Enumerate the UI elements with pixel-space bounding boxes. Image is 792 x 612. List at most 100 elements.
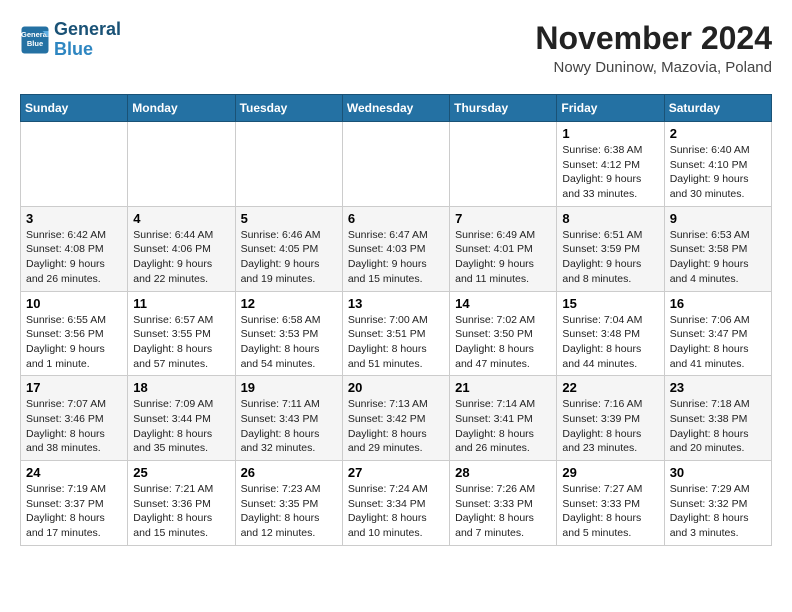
svg-text:Blue: Blue — [27, 39, 43, 48]
day-info: Sunrise: 7:13 AM Sunset: 3:42 PM Dayligh… — [348, 397, 444, 456]
day-info: Sunrise: 7:26 AM Sunset: 3:33 PM Dayligh… — [455, 482, 551, 541]
week-row-3: 10 Sunrise: 6:55 AM Sunset: 3:56 PM Dayli… — [21, 291, 772, 376]
calendar-cell: 22 Sunrise: 7:16 AM Sunset: 3:39 PM Dayli… — [557, 376, 664, 461]
calendar-cell: 12Sunrise: 6:58 AM Sunset: 3:53 PM Dayli… — [235, 291, 342, 376]
calendar-cell: 3 Sunrise: 6:42 AM Sunset: 4:08 PM Daylig… — [21, 206, 128, 291]
calendar-cell: 4 Sunrise: 6:44 AM Sunset: 4:06 PM Daylig… — [128, 206, 235, 291]
day-number: 7 — [455, 211, 551, 226]
day-number: 5 — [241, 211, 337, 226]
day-info: Sunrise: 6:49 AM Sunset: 4:01 PM Dayligh… — [455, 228, 551, 287]
calendar-cell: 13Sunrise: 7:00 AM Sunset: 3:51 PM Dayli… — [342, 291, 449, 376]
day-info: Sunrise: 7:11 AM Sunset: 3:43 PM Dayligh… — [241, 397, 337, 456]
calendar-cell: 2 Sunrise: 6:40 AM Sunset: 4:10 PM Daylig… — [664, 122, 771, 207]
calendar-cell — [21, 122, 128, 207]
day-number: 30 — [670, 465, 766, 480]
calendar-cell: 24 Sunrise: 7:19 AM Sunset: 3:37 PM Dayli… — [21, 461, 128, 546]
calendar-body: 1 Sunrise: 6:38 AM Sunset: 4:12 PM Daylig… — [21, 122, 772, 546]
day-number: 14 — [455, 296, 551, 311]
day-number: 6 — [348, 211, 444, 226]
calendar-cell: 18 Sunrise: 7:09 AM Sunset: 3:44 PM Dayli… — [128, 376, 235, 461]
weekday-wednesday: Wednesday — [342, 95, 449, 122]
day-number: 10 — [26, 296, 122, 311]
weekday-tuesday: Tuesday — [235, 95, 342, 122]
calendar-cell — [128, 122, 235, 207]
calendar-cell: 28 Sunrise: 7:26 AM Sunset: 3:33 PM Dayli… — [450, 461, 557, 546]
day-number: 4 — [133, 211, 229, 226]
weekday-saturday: Saturday — [664, 95, 771, 122]
calendar-cell: 1 Sunrise: 6:38 AM Sunset: 4:12 PM Daylig… — [557, 122, 664, 207]
day-info: Sunrise: 7:06 AM Sunset: 3:47 PM Dayligh… — [670, 313, 766, 372]
calendar-cell: 30Sunrise: 7:29 AM Sunset: 3:32 PM Dayli… — [664, 461, 771, 546]
day-number: 29 — [562, 465, 658, 480]
calendar-cell: 14 Sunrise: 7:02 AM Sunset: 3:50 PM Dayli… — [450, 291, 557, 376]
logo-line1: General — [54, 20, 121, 40]
day-number: 24 — [26, 465, 122, 480]
day-number: 13 — [348, 296, 444, 311]
calendar-cell — [235, 122, 342, 207]
calendar-cell: 25 Sunrise: 7:21 AM Sunset: 3:36 PM Dayli… — [128, 461, 235, 546]
day-info: Sunrise: 7:07 AM Sunset: 3:46 PM Dayligh… — [26, 397, 122, 456]
day-number: 2 — [670, 126, 766, 141]
day-info: Sunrise: 6:57 AM Sunset: 3:55 PM Dayligh… — [133, 313, 229, 372]
calendar-cell: 7 Sunrise: 6:49 AM Sunset: 4:01 PM Daylig… — [450, 206, 557, 291]
day-number: 28 — [455, 465, 551, 480]
calendar-cell: 27Sunrise: 7:24 AM Sunset: 3:34 PM Dayli… — [342, 461, 449, 546]
page-header: General Blue General Blue November 2024 … — [20, 20, 772, 86]
day-number: 20 — [348, 380, 444, 395]
calendar-cell: 26 Sunrise: 7:23 AM Sunset: 3:35 PM Dayli… — [235, 461, 342, 546]
day-info: Sunrise: 7:02 AM Sunset: 3:50 PM Dayligh… — [455, 313, 551, 372]
calendar-cell: 17 Sunrise: 7:07 AM Sunset: 3:46 PM Dayli… — [21, 376, 128, 461]
day-info: Sunrise: 6:47 AM Sunset: 4:03 PM Dayligh… — [348, 228, 444, 287]
weekday-monday: Monday — [128, 95, 235, 122]
day-info: Sunrise: 7:16 AM Sunset: 3:39 PM Dayligh… — [562, 397, 658, 456]
calendar-cell: 9Sunrise: 6:53 AM Sunset: 3:58 PM Daylig… — [664, 206, 771, 291]
logo: General Blue General Blue — [20, 20, 121, 60]
calendar-cell: 23 Sunrise: 7:18 AM Sunset: 3:38 PM Dayli… — [664, 376, 771, 461]
calendar-cell: 16 Sunrise: 7:06 AM Sunset: 3:47 PM Dayli… — [664, 291, 771, 376]
weekday-sunday: Sunday — [21, 95, 128, 122]
calendar-cell — [342, 122, 449, 207]
day-number: 18 — [133, 380, 229, 395]
day-info: Sunrise: 7:18 AM Sunset: 3:38 PM Dayligh… — [670, 397, 766, 456]
day-number: 19 — [241, 380, 337, 395]
day-number: 16 — [670, 296, 766, 311]
day-number: 25 — [133, 465, 229, 480]
day-info: Sunrise: 6:51 AM Sunset: 3:59 PM Dayligh… — [562, 228, 658, 287]
logo-icon: General Blue — [20, 25, 50, 55]
day-number: 22 — [562, 380, 658, 395]
calendar-cell: 10 Sunrise: 6:55 AM Sunset: 3:56 PM Dayli… — [21, 291, 128, 376]
day-number: 17 — [26, 380, 122, 395]
day-number: 3 — [26, 211, 122, 226]
week-row-2: 3 Sunrise: 6:42 AM Sunset: 4:08 PM Daylig… — [21, 206, 772, 291]
day-number: 1 — [562, 126, 658, 141]
day-info: Sunrise: 6:58 AM Sunset: 3:53 PM Dayligh… — [241, 313, 337, 372]
day-info: Sunrise: 6:44 AM Sunset: 4:06 PM Dayligh… — [133, 228, 229, 287]
day-info: Sunrise: 6:55 AM Sunset: 3:56 PM Dayligh… — [26, 313, 122, 372]
weekday-thursday: Thursday — [450, 95, 557, 122]
day-info: Sunrise: 7:04 AM Sunset: 3:48 PM Dayligh… — [562, 313, 658, 372]
calendar-cell: 15Sunrise: 7:04 AM Sunset: 3:48 PM Dayli… — [557, 291, 664, 376]
day-number: 27 — [348, 465, 444, 480]
day-info: Sunrise: 6:42 AM Sunset: 4:08 PM Dayligh… — [26, 228, 122, 287]
calendar-cell: 20 Sunrise: 7:13 AM Sunset: 3:42 PM Dayli… — [342, 376, 449, 461]
day-info: Sunrise: 7:21 AM Sunset: 3:36 PM Dayligh… — [133, 482, 229, 541]
day-info: Sunrise: 7:09 AM Sunset: 3:44 PM Dayligh… — [133, 397, 229, 456]
day-number: 23 — [670, 380, 766, 395]
day-info: Sunrise: 6:38 AM Sunset: 4:12 PM Dayligh… — [562, 143, 658, 202]
calendar-cell: 11 Sunrise: 6:57 AM Sunset: 3:55 PM Dayli… — [128, 291, 235, 376]
calendar-cell: 6 Sunrise: 6:47 AM Sunset: 4:03 PM Daylig… — [342, 206, 449, 291]
calendar-cell: 8Sunrise: 6:51 AM Sunset: 3:59 PM Daylig… — [557, 206, 664, 291]
week-row-1: 1 Sunrise: 6:38 AM Sunset: 4:12 PM Daylig… — [21, 122, 772, 207]
calendar-subtitle: Nowy Duninow, Mazovia, Poland — [535, 59, 772, 76]
calendar-cell: 19 Sunrise: 7:11 AM Sunset: 3:43 PM Dayli… — [235, 376, 342, 461]
day-info: Sunrise: 7:19 AM Sunset: 3:37 PM Dayligh… — [26, 482, 122, 541]
day-info: Sunrise: 7:23 AM Sunset: 3:35 PM Dayligh… — [241, 482, 337, 541]
weekday-header-row: SundayMondayTuesdayWednesdayThursdayFrid… — [21, 95, 772, 122]
week-row-5: 24 Sunrise: 7:19 AM Sunset: 3:37 PM Dayli… — [21, 461, 772, 546]
calendar-cell: 5Sunrise: 6:46 AM Sunset: 4:05 PM Daylig… — [235, 206, 342, 291]
day-number: 11 — [133, 296, 229, 311]
day-info: Sunrise: 7:27 AM Sunset: 3:33 PM Dayligh… — [562, 482, 658, 541]
calendar-title: November 2024 — [535, 20, 772, 57]
day-info: Sunrise: 6:40 AM Sunset: 4:10 PM Dayligh… — [670, 143, 766, 202]
day-number: 26 — [241, 465, 337, 480]
